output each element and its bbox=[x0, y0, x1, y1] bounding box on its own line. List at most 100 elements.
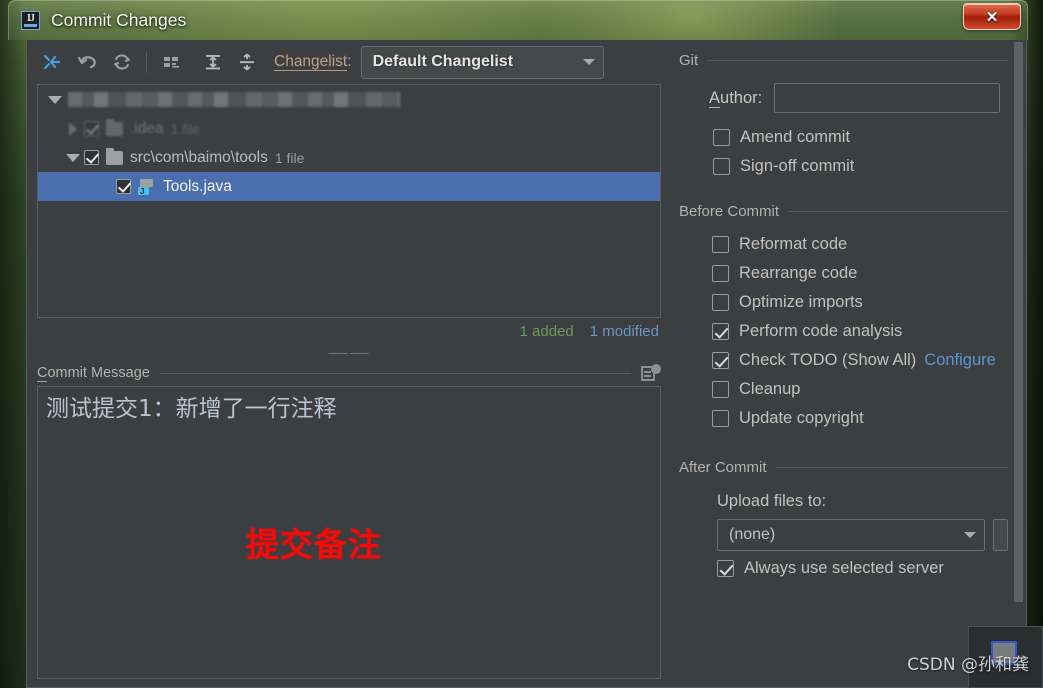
added-count: 1 added bbox=[519, 322, 574, 340]
git-section-header: Git bbox=[679, 52, 1026, 69]
chevron-down-icon bbox=[964, 532, 976, 538]
change-counts: 1 added 1 modified bbox=[27, 318, 671, 344]
folder-icon bbox=[106, 147, 123, 165]
amend-commit-label: Amend commit bbox=[740, 128, 851, 146]
row-checkbox[interactable] bbox=[84, 121, 99, 136]
git-section-title: Git bbox=[679, 52, 699, 69]
row-checkbox[interactable] bbox=[116, 179, 131, 194]
optimize-imports-label: Optimize imports bbox=[739, 293, 863, 311]
redacted-path-label bbox=[68, 92, 400, 107]
options-scrollbar-thumb[interactable] bbox=[1014, 42, 1023, 602]
splitter-grip: ⸺⸺ bbox=[327, 345, 371, 360]
changelist-label-text: Changelist bbox=[274, 53, 348, 71]
changelist-dropdown[interactable]: Default Changelist bbox=[360, 45, 604, 79]
author-field-row: Author: bbox=[709, 83, 1026, 113]
folder-icon bbox=[106, 118, 123, 136]
expand-toggle-icon[interactable] bbox=[62, 121, 84, 136]
check-todo-checkbox[interactable] bbox=[712, 352, 729, 369]
always-use-selected-server-checkbox[interactable] bbox=[717, 559, 734, 577]
author-label-rest: uthor: bbox=[720, 88, 763, 107]
red-annotation-text: 提交备注 bbox=[246, 525, 382, 564]
amend-commit-checkbox[interactable] bbox=[713, 129, 730, 146]
tree-row[interactable]: .idea 1 file bbox=[38, 114, 660, 143]
optimize-imports-checkbox-row[interactable]: Optimize imports bbox=[712, 288, 1026, 317]
rearrange-code-checkbox[interactable] bbox=[712, 265, 729, 282]
commit-message-header: Commit Message bbox=[27, 360, 671, 386]
commit-changes-window: IJ Commit Changes ✕ Changelist: Default … bbox=[8, 0, 1028, 688]
group-by-icon[interactable] bbox=[154, 47, 188, 77]
upload-target-row: (none) bbox=[717, 519, 1026, 551]
row-checkbox[interactable] bbox=[84, 150, 99, 165]
rearrange-code-checkbox-row[interactable]: Rearrange code bbox=[712, 259, 1026, 288]
changes-tree[interactable]: .idea 1 file src\com\baimo\tools 1 file … bbox=[37, 84, 661, 318]
optimize-imports-checkbox[interactable] bbox=[712, 294, 729, 311]
tree-row[interactable] bbox=[38, 85, 660, 114]
splitter-handle[interactable]: ⸺⸺ bbox=[27, 344, 671, 360]
cleanup-checkbox[interactable] bbox=[712, 381, 729, 398]
check-todo-label: Check TODO (Show All) bbox=[739, 351, 917, 369]
upload-target-dropdown[interactable]: (none) bbox=[717, 519, 985, 551]
before-commit-section-title: Before Commit bbox=[679, 203, 780, 220]
perform-code-analysis-label: Perform code analysis bbox=[739, 322, 903, 340]
changes-toolbar: Changelist: Default Changelist bbox=[27, 40, 671, 84]
refresh-icon[interactable] bbox=[105, 47, 139, 77]
commit-message-title: Commit Message bbox=[37, 365, 150, 382]
toolbar-separator bbox=[146, 51, 147, 73]
dialog-body: Changelist: Default Changelist .idea 1 f… bbox=[26, 40, 1027, 688]
commit-options-pane: Git Author: Amend commit Sign-off commit… bbox=[671, 40, 1026, 687]
commit-message-history-icon[interactable] bbox=[641, 364, 661, 382]
author-input[interactable] bbox=[774, 83, 1000, 113]
expand-all-icon[interactable] bbox=[196, 47, 230, 77]
expand-toggle-icon[interactable] bbox=[62, 153, 84, 162]
after-commit-section-title: After Commit bbox=[679, 459, 767, 476]
before-commit-section-header: Before Commit bbox=[679, 203, 1026, 220]
cleanup-label: Cleanup bbox=[739, 380, 801, 398]
check-todo-checkbox-row[interactable]: Check TODO (Show All) Configure bbox=[712, 346, 1026, 375]
window-titlebar[interactable]: IJ Commit Changes ✕ bbox=[8, 0, 1028, 40]
modified-count: 1 modified bbox=[589, 322, 659, 340]
configure-link[interactable]: Configure bbox=[924, 351, 996, 370]
upload-target-browse-button[interactable] bbox=[993, 519, 1008, 551]
author-label: Author: bbox=[709, 88, 763, 108]
intellij-idea-icon: IJ bbox=[21, 11, 40, 30]
upload-files-label: Upload files to: bbox=[717, 492, 827, 510]
close-button[interactable]: ✕ bbox=[963, 3, 1021, 30]
sign-off-commit-checkbox-row[interactable]: Sign-off commit bbox=[713, 152, 1026, 181]
tree-row-count: 1 file bbox=[274, 149, 305, 166]
expand-toggle-icon[interactable] bbox=[44, 95, 66, 104]
csdn-watermark: CSDN @孙和龚 bbox=[907, 655, 1029, 675]
tree-row-label: src\com\baimo\tools bbox=[130, 148, 268, 166]
tree-row[interactable]: J Tools.java bbox=[38, 172, 660, 201]
collapse-all-icon[interactable] bbox=[230, 47, 264, 77]
perform-code-analysis-checkbox[interactable] bbox=[712, 323, 729, 340]
upload-target-value: (none) bbox=[729, 526, 776, 543]
update-copyright-checkbox-row[interactable]: Update copyright bbox=[712, 404, 1026, 433]
chevron-down-icon bbox=[582, 59, 595, 65]
window-title: Commit Changes bbox=[51, 10, 187, 30]
tree-row[interactable]: src\com\baimo\tools 1 file bbox=[38, 143, 660, 172]
changes-pane: Changelist: Default Changelist .idea 1 f… bbox=[27, 40, 671, 687]
reformat-code-checkbox[interactable] bbox=[712, 236, 729, 253]
section-rule bbox=[707, 60, 1008, 61]
commit-message-value: 测试提交1：新增了一行注释 bbox=[46, 396, 337, 422]
amend-commit-checkbox-row[interactable]: Amend commit bbox=[713, 123, 1026, 152]
sign-off-commit-label: Sign-off commit bbox=[740, 157, 855, 175]
commit-message-title-rest: ommit Message bbox=[47, 365, 150, 381]
section-rule bbox=[775, 467, 1008, 468]
show-diff-icon[interactable] bbox=[37, 47, 71, 77]
perform-code-analysis-checkbox-row[interactable]: Perform code analysis bbox=[712, 317, 1026, 346]
options-scrollbar[interactable] bbox=[1013, 40, 1024, 687]
tree-row-count: 1 file bbox=[170, 120, 201, 137]
always-use-selected-server-row[interactable]: Always use selected server bbox=[717, 558, 1026, 578]
section-rule bbox=[159, 372, 631, 374]
cleanup-checkbox-row[interactable]: Cleanup bbox=[712, 375, 1026, 404]
rollback-icon[interactable] bbox=[71, 47, 105, 77]
section-rule bbox=[788, 211, 1008, 212]
changelist-selected-value: Default Changelist bbox=[372, 53, 514, 70]
commit-message-mnemonic: C bbox=[37, 365, 48, 382]
update-copyright-checkbox[interactable] bbox=[712, 410, 729, 427]
reformat-code-checkbox-row[interactable]: Reformat code bbox=[712, 230, 1026, 259]
sign-off-commit-checkbox[interactable] bbox=[713, 158, 730, 175]
after-commit-section-header: After Commit bbox=[679, 459, 1026, 476]
always-use-selected-server-label: Always use selected server bbox=[744, 558, 944, 577]
